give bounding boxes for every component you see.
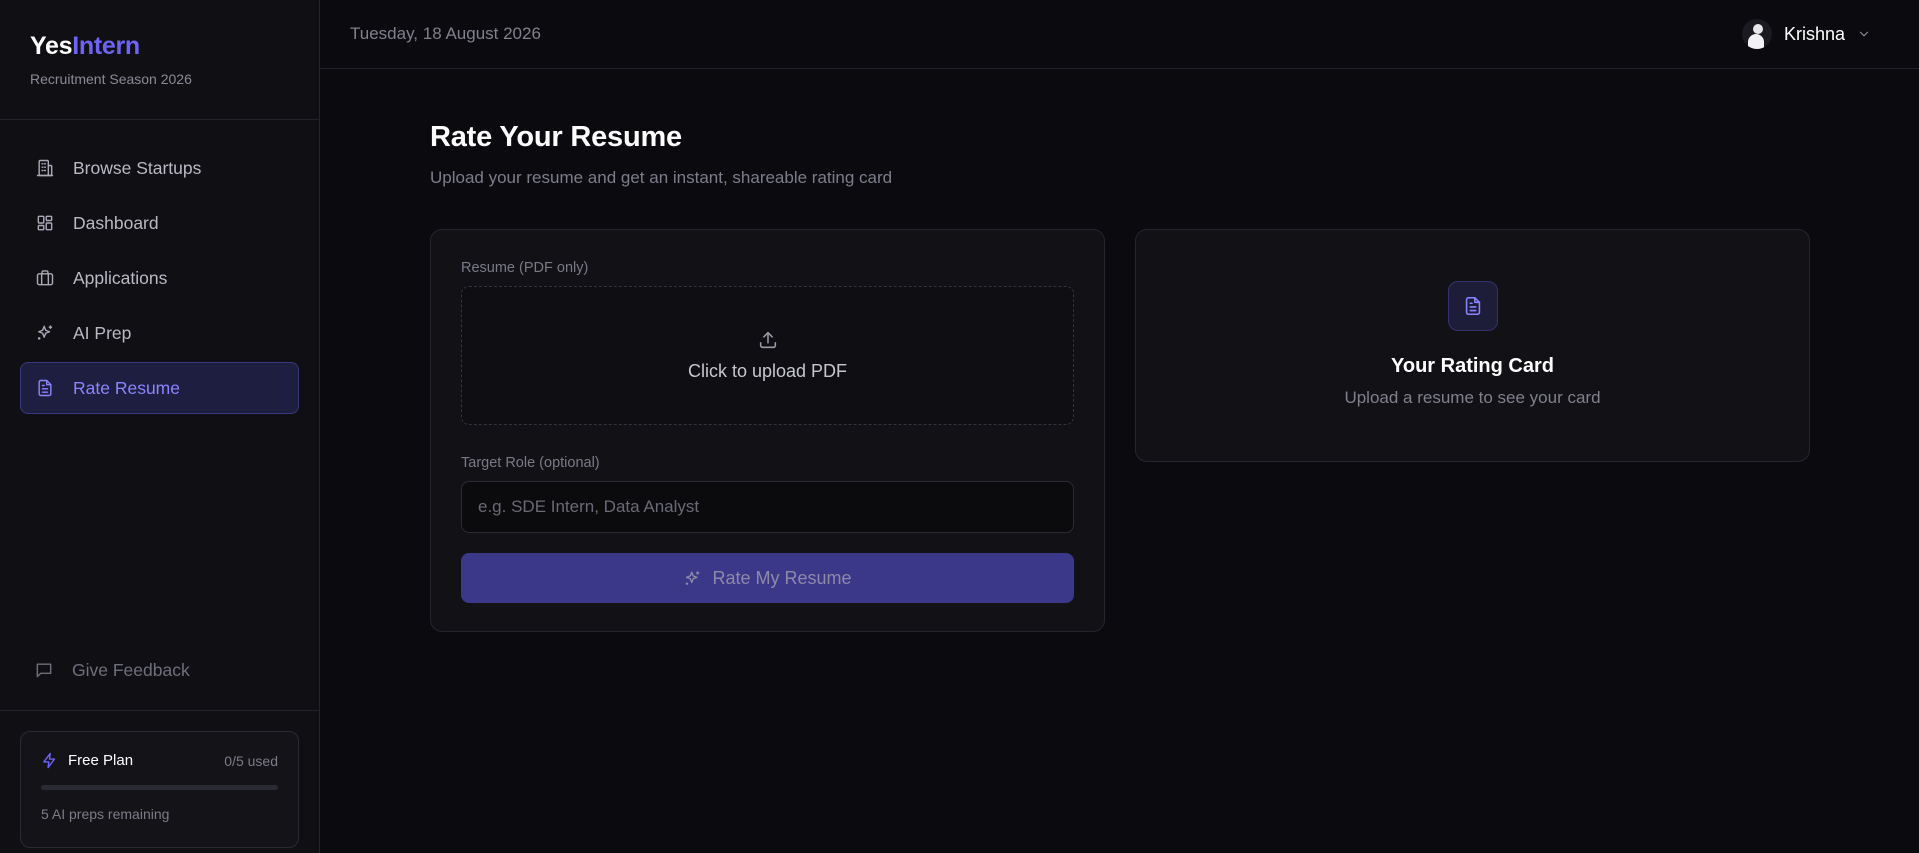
- briefcase-icon: [36, 270, 54, 286]
- sparkles-icon: [686, 570, 700, 585]
- rate-resume-button[interactable]: Rate My Resume: [461, 553, 1074, 603]
- target-role-label: Target Role (optional): [461, 455, 600, 471]
- sidebar-item-ai-prep[interactable]: AI Prep: [20, 307, 299, 359]
- sidebar-item-browse-startups[interactable]: Browse Startups: [20, 142, 299, 194]
- sidebar-item-rate-resume[interactable]: Rate Resume: [20, 362, 299, 414]
- brand: YesIntern Recruitment Season 2026: [0, 0, 319, 120]
- topbar: Tuesday, 18 August 2026 Krishna: [320, 0, 1919, 69]
- rating-card: Your Rating Card Upload a resume to see …: [1135, 229, 1810, 462]
- avatar: [1741, 19, 1772, 49]
- document-icon: [1465, 296, 1480, 316]
- rating-card-title: Your Rating Card: [1391, 355, 1554, 377]
- rating-card-icon-tile: [1447, 281, 1498, 331]
- sparkles-icon: [37, 325, 53, 340]
- plan-usage: 0/5 used: [224, 752, 278, 769]
- main-area: Tuesday, 18 August 2026 Krishna Rate You…: [320, 0, 1919, 853]
- page-title: Rate Your Resume: [430, 121, 682, 153]
- sidebar-item-label: AI Prep: [73, 322, 132, 343]
- sidebar-item-applications[interactable]: Applications: [20, 252, 299, 304]
- sidebar-item-label: Rate Resume: [73, 377, 180, 398]
- plan-progress-bar: [41, 785, 278, 790]
- cards-row: Resume (PDF only) Click to upload PDF Ta…: [430, 229, 1919, 632]
- logo-part-1: Yes: [30, 32, 73, 60]
- lightning-icon: [43, 752, 56, 769]
- plan-name-label: Free Plan: [68, 752, 134, 769]
- rate-resume-button-label: Rate My Resume: [712, 567, 852, 588]
- plan-header: Free Plan 0/5 used: [41, 752, 278, 769]
- give-feedback-link[interactable]: Give Feedback: [20, 648, 299, 692]
- user-menu[interactable]: Krishna: [1741, 19, 1871, 49]
- target-role-input[interactable]: [461, 481, 1074, 533]
- building-icon: [36, 159, 54, 177]
- season-label: Recruitment Season 2026: [30, 71, 192, 87]
- sidebar-item-dashboard[interactable]: Dashboard: [20, 197, 299, 249]
- plan-name: Free Plan: [41, 752, 133, 769]
- sidebar-nav: Browse Startups Dashboard Applications A…: [0, 120, 319, 417]
- rating-card-subtitle: Upload a resume to see your card: [1344, 388, 1601, 407]
- feedback-label: Give Feedback: [72, 659, 190, 680]
- resume-label: Resume (PDF only): [461, 260, 589, 276]
- logo[interactable]: YesIntern: [30, 32, 289, 61]
- message-square-icon: [36, 663, 52, 678]
- app-root: YesIntern Recruitment Season 2026 Browse…: [0, 0, 1919, 853]
- document-icon: [38, 379, 52, 397]
- page-subtitle: Upload your resume and get an instant, s…: [430, 168, 893, 187]
- plan-remaining: 5 AI preps remaining: [41, 806, 170, 822]
- upload-dropzone[interactable]: Click to upload PDF: [461, 286, 1074, 425]
- sidebar: YesIntern Recruitment Season 2026 Browse…: [0, 0, 320, 853]
- user-name: Krishna: [1783, 23, 1845, 44]
- resume-form-card: Resume (PDF only) Click to upload PDF Ta…: [430, 229, 1105, 632]
- chevron-down-icon: [1859, 31, 1869, 37]
- dashboard-icon: [37, 215, 53, 231]
- plan-card: Free Plan 0/5 used 5 AI preps remaining: [20, 731, 299, 848]
- sidebar-item-label: Applications: [73, 267, 168, 288]
- upload-text: Click to upload PDF: [687, 361, 848, 381]
- logo-part-2: Intern: [72, 32, 140, 60]
- upload-icon: [759, 331, 776, 349]
- sidebar-item-label: Browse Startups: [73, 157, 202, 178]
- plan-section: Free Plan 0/5 used 5 AI preps remaining: [0, 710, 319, 853]
- sidebar-item-label: Dashboard: [73, 212, 159, 233]
- current-date: Tuesday, 18 August 2026: [350, 24, 541, 43]
- page-content: Rate Your Resume Upload your resume and …: [320, 69, 1919, 632]
